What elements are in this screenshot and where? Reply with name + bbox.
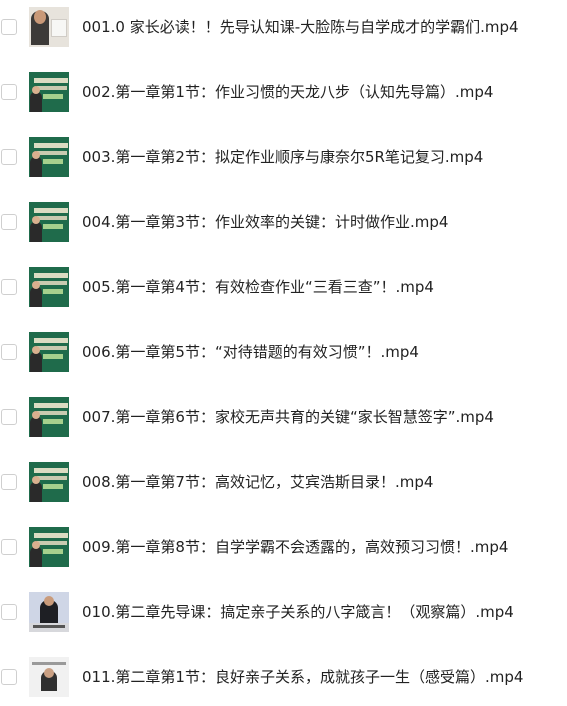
file-name[interactable]: 006.第一章第5节：“对待错题的有效习惯”！.mp4: [82, 342, 419, 362]
thumbnail-tag-shape: [43, 224, 63, 229]
file-checkbox[interactable]: [1, 149, 17, 165]
file-checkbox[interactable]: [1, 409, 17, 425]
thumbnail-person-shape: [30, 547, 42, 567]
file-row[interactable]: 007.第一章第6节：家校无声共育的关键“家长智慧签字”.mp4: [0, 395, 567, 441]
thumbnail-title-shape: [34, 208, 68, 213]
file-checkbox[interactable]: [1, 214, 17, 230]
video-thumbnail-icon: [29, 267, 69, 307]
thumbnail-face-shape: [44, 668, 54, 678]
file-name[interactable]: 004.第一章第3节：作业效率的关键：计时做作业.mp4: [82, 212, 448, 232]
thumbnail-subtitle-shape: [37, 346, 67, 350]
video-thumbnail-icon: [29, 527, 69, 567]
thumbnail-subtitle-shape: [37, 151, 67, 155]
thumbnail-text-shape: [32, 662, 66, 665]
thumbnail-note-shape: [51, 19, 67, 37]
thumbnail-person-shape: [30, 92, 42, 112]
file-row[interactable]: 006.第一章第5节：“对待错题的有效习惯”！.mp4: [0, 330, 567, 376]
thumbnail-person-shape: [30, 157, 42, 177]
file-name[interactable]: 010.第二章先导课：搞定亲子关系的八字箴言！（观察篇）.mp4: [82, 602, 514, 622]
file-list: 001.0 家长必读！！先导认知课-大脸陈与自学成才的学霸们.mp4 002.第…: [0, 0, 567, 706]
file-row[interactable]: 009.第一章第8节：自学学霸不会透露的，高效预习习惯！.mp4: [0, 525, 567, 571]
file-checkbox[interactable]: [1, 84, 17, 100]
thumbnail-title-shape: [34, 143, 68, 148]
thumbnail-head-shape: [32, 281, 40, 289]
thumbnail-head-shape: [32, 541, 40, 549]
thumbnail-tag-shape: [43, 419, 63, 424]
video-thumbnail-icon: [29, 397, 69, 437]
thumbnail-person-shape: [30, 417, 42, 437]
file-checkbox[interactable]: [1, 474, 17, 490]
file-checkbox[interactable]: [1, 604, 17, 620]
thumbnail-title-shape: [34, 338, 68, 343]
thumbnail-subtitle-shape: [37, 476, 67, 480]
thumbnail-caption-shape: [33, 625, 65, 628]
thumbnail-tag-shape: [43, 354, 63, 359]
file-name[interactable]: 009.第一章第8节：自学学霸不会透露的，高效预习习惯！.mp4: [82, 537, 508, 557]
thumbnail-tag-shape: [43, 159, 63, 164]
thumbnail-subtitle-shape: [37, 216, 67, 220]
video-thumbnail-icon: [29, 462, 69, 502]
thumbnail-person-shape: [30, 287, 42, 307]
thumbnail-person-shape: [30, 352, 42, 372]
file-checkbox[interactable]: [1, 19, 17, 35]
video-thumbnail-icon: [29, 332, 69, 372]
thumbnail-subtitle-shape: [37, 86, 67, 90]
video-thumbnail-icon: [29, 657, 69, 697]
thumbnail-title-shape: [34, 468, 68, 473]
file-row[interactable]: 005.第一章第4节：有效检查作业“三看三查”！.mp4: [0, 265, 567, 311]
thumbnail-face-shape: [34, 10, 46, 24]
file-name[interactable]: 002.第一章第1节：作业习惯的天龙八步（认知先导篇）.mp4: [82, 82, 493, 102]
file-name[interactable]: 011.第二章第1节：良好亲子关系，成就孩子一生（感受篇）.mp4: [82, 667, 523, 687]
file-checkbox[interactable]: [1, 279, 17, 295]
thumbnail-person-shape: [30, 222, 42, 242]
thumbnail-subtitle-shape: [37, 411, 67, 415]
thumbnail-subtitle-shape: [37, 541, 67, 545]
thumbnail-tag-shape: [43, 549, 63, 554]
thumbnail-tag-shape: [43, 289, 63, 294]
video-thumbnail-icon: [29, 202, 69, 242]
file-name[interactable]: 003.第一章第2节：拟定作业顺序与康奈尔5R笔记复习.mp4: [82, 147, 483, 167]
file-checkbox[interactable]: [1, 539, 17, 555]
video-thumbnail-icon: [29, 72, 69, 112]
thumbnail-person-shape: [30, 482, 42, 502]
thumbnail-title-shape: [34, 533, 68, 538]
file-name[interactable]: 008.第一章第7节：高效记忆，艾宾浩斯目录！.mp4: [82, 472, 433, 492]
file-name[interactable]: 005.第一章第4节：有效检查作业“三看三查”！.mp4: [82, 277, 434, 297]
thumbnail-head-shape: [32, 411, 40, 419]
thumbnail-head-shape: [32, 346, 40, 354]
file-checkbox[interactable]: [1, 344, 17, 360]
file-checkbox[interactable]: [1, 669, 17, 685]
video-thumbnail-icon: [29, 592, 69, 632]
file-row[interactable]: 010.第二章先导课：搞定亲子关系的八字箴言！（观察篇）.mp4: [0, 590, 567, 636]
file-row[interactable]: 002.第一章第1节：作业习惯的天龙八步（认知先导篇）.mp4: [0, 70, 567, 116]
video-thumbnail-icon: [29, 137, 69, 177]
thumbnail-tag-shape: [43, 484, 63, 489]
file-row[interactable]: 004.第一章第3节：作业效率的关键：计时做作业.mp4: [0, 200, 567, 246]
video-thumbnail-icon: [29, 7, 69, 47]
thumbnail-head-shape: [32, 476, 40, 484]
thumbnail-title-shape: [34, 403, 68, 408]
file-row[interactable]: 011.第二章第1节：良好亲子关系，成就孩子一生（感受篇）.mp4: [0, 655, 567, 701]
thumbnail-head-shape: [32, 86, 40, 94]
thumbnail-title-shape: [34, 78, 68, 83]
thumbnail-face-shape: [44, 596, 54, 606]
file-name[interactable]: 007.第一章第6节：家校无声共育的关键“家长智慧签字”.mp4: [82, 407, 494, 427]
thumbnail-head-shape: [32, 151, 40, 159]
thumbnail-subtitle-shape: [37, 281, 67, 285]
thumbnail-tag-shape: [43, 94, 63, 99]
file-row[interactable]: 003.第一章第2节：拟定作业顺序与康奈尔5R笔记复习.mp4: [0, 135, 567, 181]
file-row[interactable]: 001.0 家长必读！！先导认知课-大脸陈与自学成才的学霸们.mp4: [0, 5, 567, 51]
file-row[interactable]: 008.第一章第7节：高效记忆，艾宾浩斯目录！.mp4: [0, 460, 567, 506]
thumbnail-head-shape: [32, 216, 40, 224]
file-name[interactable]: 001.0 家长必读！！先导认知课-大脸陈与自学成才的学霸们.mp4: [82, 17, 519, 37]
thumbnail-title-shape: [34, 273, 68, 278]
